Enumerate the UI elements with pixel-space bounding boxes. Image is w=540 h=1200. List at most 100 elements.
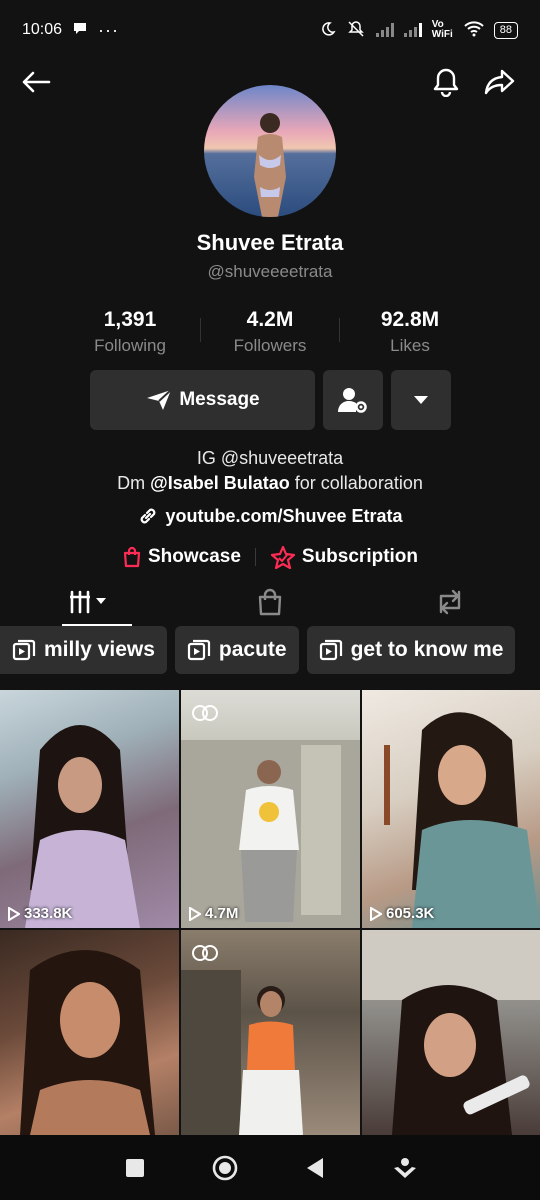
video-thumbnail[interactable]: 4.7M: [181, 690, 360, 928]
assistant-button[interactable]: [375, 1143, 435, 1193]
back-arrow-icon: [22, 71, 51, 93]
signal-icon-2: [403, 23, 422, 37]
silent-icon: [346, 20, 366, 41]
showcase-row: Showcase Subscription: [0, 545, 540, 569]
play-icon: [189, 906, 201, 921]
likes-count: 92.8M: [380, 308, 440, 331]
status-time: 10:06: [22, 21, 63, 38]
collab-icon: [191, 944, 219, 967]
subscription-star-icon: [270, 545, 296, 569]
thumbnail-image: [25, 725, 140, 928]
showcase-label: Showcase: [147, 546, 241, 567]
stat-following[interactable]: 1,391 Following: [60, 308, 200, 358]
caret-down-icon: [414, 396, 428, 404]
home-button[interactable]: [195, 1143, 255, 1193]
thumbnail-image: [20, 950, 155, 1135]
bio-mention-link[interactable]: @Isabel Bulatao: [150, 473, 290, 493]
video-thumbnail[interactable]: [0, 930, 179, 1135]
home-circle-icon: [212, 1155, 238, 1180]
video-grid: 333.8K 4.7M 605.3K: [0, 690, 540, 1135]
following-count: 1,391: [103, 308, 157, 331]
more-notifications-icon: ···: [98, 19, 120, 40]
notification-bell-button[interactable]: [426, 62, 466, 102]
battery-indicator: 88: [493, 21, 518, 39]
collab-icon: [191, 704, 219, 727]
video-thumbnail[interactable]: [181, 930, 360, 1135]
profile-avatar[interactable]: [204, 85, 336, 217]
playlist-chip[interactable]: pacute: [174, 626, 299, 674]
video-thumbnail[interactable]: 333.8K: [0, 690, 179, 928]
share-arrow-icon: [484, 69, 515, 95]
link-icon: [141, 508, 156, 524]
playlist-icon: [187, 639, 211, 661]
play-icon: [8, 906, 20, 921]
message-button[interactable]: Message: [90, 370, 315, 430]
wifi-icon: [464, 20, 484, 40]
square-icon: [126, 1158, 144, 1177]
view-count: 605.3K: [370, 905, 434, 922]
thumbnail-image: [384, 712, 540, 928]
stat-likes[interactable]: 92.8M Likes: [340, 308, 480, 358]
playlist-icon: [319, 639, 342, 661]
profile-link-text: youtube.com/Shuvee Etrata: [165, 505, 403, 526]
videos-grid-icon: [70, 590, 106, 614]
do-not-disturb-icon: [320, 21, 336, 40]
content-tabs: [0, 578, 540, 626]
subscription-label: Subscription: [301, 546, 419, 567]
showcase-link[interactable]: Showcase: [122, 546, 241, 568]
tab-videos[interactable]: [0, 578, 180, 626]
following-label: Following: [94, 336, 166, 355]
bio-line-1: IG @shuveeetrata: [196, 448, 344, 468]
signal-icon: [375, 23, 394, 37]
playlist-chip[interactable]: get to know me: [306, 626, 516, 674]
tab-shop[interactable]: [180, 578, 360, 626]
playlist-icon: [12, 639, 36, 661]
user-settings-icon: [338, 388, 367, 413]
bio-suffix: for collaboration: [294, 473, 423, 493]
status-bar: 10:06 ··· Vo WiFi 88: [0, 0, 540, 60]
recent-apps-button[interactable]: [105, 1143, 165, 1193]
playlist-label: pacute: [218, 638, 287, 661]
bio-line-2: Dm @Isabel Bulatao for collaboration: [0, 471, 540, 496]
follow-settings-button[interactable]: [323, 370, 383, 430]
chat-notification-icon: [72, 20, 88, 41]
subscription-link[interactable]: Subscription: [270, 545, 418, 569]
thumbnail-image: [362, 930, 540, 1135]
profile-bio: IG @shuveeetrata Dm @Isabel Bulatao for …: [0, 446, 540, 496]
playlist-label: get to know me: [350, 638, 504, 661]
bio-prefix: Dm: [117, 473, 146, 493]
view-count-text: 605.3K: [386, 905, 435, 922]
view-count-text: 333.8K: [24, 905, 73, 922]
stat-followers[interactable]: 4.2M Followers: [200, 308, 340, 358]
tab-reposts[interactable]: [360, 578, 540, 626]
profile-stats: 1,391 Following 4.2M Followers 92.8M Lik…: [60, 308, 480, 358]
repost-icon: [439, 589, 461, 615]
profile-link[interactable]: youtube.com/Shuvee Etrata: [0, 505, 540, 527]
likes-label: Likes: [390, 336, 430, 355]
back-nav-button[interactable]: [285, 1143, 345, 1193]
followers-count: 4.2M: [246, 308, 294, 331]
share-button[interactable]: [480, 62, 520, 102]
assistant-icon: [394, 1157, 416, 1178]
playlists-row: milly views pacute get to know me: [0, 626, 540, 678]
video-thumbnail[interactable]: 605.3K: [362, 690, 540, 928]
followers-label: Followers: [233, 336, 307, 355]
username-handle: @shuveeeetrata: [207, 262, 333, 281]
avatar-person-figure: [254, 113, 286, 217]
showcase-divider: [254, 548, 256, 566]
video-thumbnail[interactable]: [362, 930, 540, 1135]
send-icon: [147, 389, 173, 410]
playlist-chip[interactable]: milly views: [0, 626, 167, 674]
message-button-label: Message: [179, 389, 260, 410]
shop-bag-icon: [258, 588, 282, 616]
vowifi-label: Vo WiFi: [431, 19, 453, 40]
view-count-text: 4.7M: [205, 905, 239, 922]
back-triangle-icon: [307, 1157, 323, 1178]
play-icon: [370, 906, 382, 921]
view-count: 4.7M: [189, 905, 238, 922]
back-button[interactable]: [16, 62, 56, 102]
profile-actions: Message: [90, 370, 451, 430]
playlist-label: milly views: [44, 638, 155, 661]
more-options-button[interactable]: [391, 370, 451, 430]
shopping-bag-icon: [123, 546, 141, 568]
